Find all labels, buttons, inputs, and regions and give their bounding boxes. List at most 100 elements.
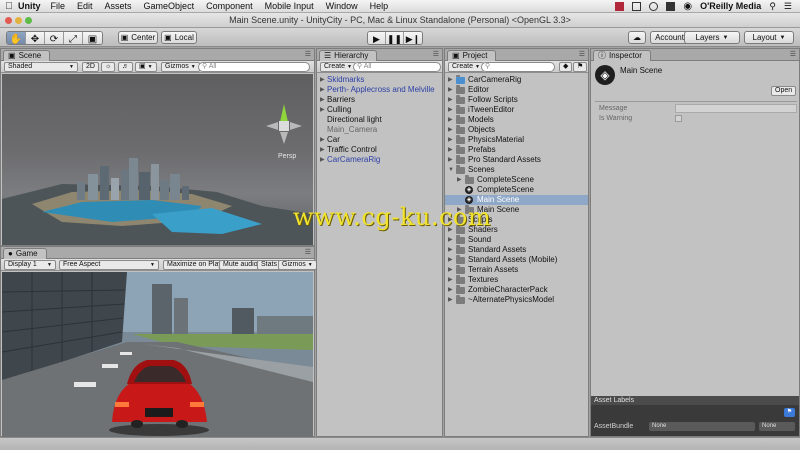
layout-dropdown[interactable]: Layout ▼	[744, 31, 794, 44]
project-search-input[interactable]: ⚲	[481, 62, 555, 72]
list-icon[interactable]: ☰	[784, 1, 792, 12]
layers-dropdown[interactable]: Layers ▼	[684, 31, 740, 44]
hierarchy-item[interactable]: ▶ Skidmarks	[317, 75, 442, 85]
status-icon-2[interactable]	[632, 1, 642, 11]
persp-label[interactable]: Persp	[278, 153, 296, 160]
project-item[interactable]: ▶ Sound	[445, 235, 588, 245]
rect-tool-icon[interactable]: ▣	[83, 32, 102, 44]
hierarchy-item[interactable]: ▶ CarCameraRig	[317, 155, 442, 165]
hierarchy-create-button[interactable]: Create ▼	[320, 62, 356, 72]
tag-icon[interactable]: ⚑	[784, 408, 795, 417]
lighting-toggle[interactable]: ☼	[101, 62, 116, 72]
maximize-on-play-toggle[interactable]: Maximize on Play	[163, 260, 226, 270]
tab-project[interactable]: ▣ Project	[447, 50, 497, 61]
project-item[interactable]: ▶ Pro Standard Assets	[445, 155, 588, 165]
project-item[interactable]: ▶ Standard Assets (Mobile)	[445, 255, 588, 265]
tab-game[interactable]: ● Game	[3, 248, 47, 259]
panel-menu-icon[interactable]: ☰	[579, 50, 585, 58]
expand-arrow-icon[interactable]: ▶	[448, 235, 453, 245]
minimize-icon[interactable]	[15, 17, 22, 24]
expand-arrow-icon[interactable]: ▶	[448, 145, 453, 155]
warning-checkbox[interactable]	[675, 115, 682, 122]
project-item[interactable]: ▶ Editor	[445, 85, 588, 95]
expand-arrow-icon[interactable]: ▶	[448, 115, 453, 125]
status-icon-3[interactable]	[649, 1, 659, 11]
gizmos-dropdown[interactable]: Gizmos ▼	[161, 62, 200, 72]
expand-arrow-icon[interactable]: ▶	[320, 155, 325, 165]
project-item[interactable]: ▶ iTweenEditor	[445, 105, 588, 115]
menu-window[interactable]: Window	[326, 1, 358, 11]
menu-gameobject[interactable]: GameObject	[144, 1, 195, 11]
expand-arrow-icon[interactable]: ▶	[448, 155, 453, 165]
scale-tool-icon[interactable]: ⤢	[64, 32, 83, 44]
panel-menu-icon[interactable]: ☰	[305, 50, 311, 58]
project-item[interactable]: ▶ Models	[445, 115, 588, 125]
wifi-icon[interactable]: ◉	[683, 1, 692, 12]
expand-arrow-icon[interactable]: ▶	[448, 75, 453, 85]
zoom-icon[interactable]	[25, 17, 32, 24]
project-item[interactable]: ▶ Prefabs	[445, 145, 588, 155]
scene-search-input[interactable]: ⚲ All	[198, 62, 310, 72]
expand-arrow-icon[interactable]: ▶	[448, 125, 453, 135]
user-name[interactable]: O'Reilly Media	[700, 1, 761, 11]
status-icon-4[interactable]	[666, 1, 676, 11]
game-viewport[interactable]	[2, 272, 313, 437]
hierarchy-item[interactable]: Directional light	[317, 115, 442, 125]
assetbundle-dropdown[interactable]: None	[649, 422, 755, 431]
message-field[interactable]	[675, 104, 797, 113]
menu-mobile-input[interactable]: Mobile Input	[265, 1, 314, 11]
apple-icon[interactable]: 	[0, 1, 18, 12]
project-item[interactable]: ▶ PhysicsMaterial	[445, 135, 588, 145]
shading-mode-dropdown[interactable]: Shaded ▼	[4, 62, 78, 72]
effects-dropdown[interactable]: ▣ ▼	[135, 62, 157, 72]
hierarchy-item[interactable]: ▶ Perth- Applecross and Melville	[317, 85, 442, 95]
expand-arrow-icon[interactable]: ▶	[448, 265, 453, 275]
rotate-tool-icon[interactable]: ⟳	[45, 32, 64, 44]
close-icon[interactable]	[5, 17, 12, 24]
expand-arrow-icon[interactable]: ▶	[320, 145, 325, 155]
expand-arrow-icon[interactable]: ▶	[457, 175, 462, 185]
project-item[interactable]: ▶ Objects	[445, 125, 588, 135]
tab-scene[interactable]: ▣ Scene	[3, 50, 51, 61]
panel-menu-icon[interactable]: ☰	[305, 248, 311, 256]
display-dropdown[interactable]: Display 1 ▼	[4, 260, 56, 270]
project-item[interactable]: ▶ ZombieCharacterPack	[445, 285, 588, 295]
audio-toggle[interactable]: ♬	[118, 62, 133, 72]
open-button[interactable]: Open	[771, 86, 797, 96]
project-item[interactable]: ▶ CarCameraRig	[445, 75, 588, 85]
expand-arrow-icon[interactable]: ▶	[448, 105, 453, 115]
play-icon[interactable]: ▶	[368, 32, 386, 44]
cloud-button[interactable]: ☁	[628, 31, 646, 44]
mute-audio-toggle[interactable]: Mute audio	[219, 260, 262, 270]
orientation-gizmo[interactable]	[266, 104, 302, 144]
2d-toggle[interactable]: 2D	[82, 62, 99, 72]
project-item[interactable]: ▼ Scenes	[445, 165, 588, 175]
expand-arrow-icon[interactable]: ▶	[320, 85, 325, 95]
tab-inspector[interactable]: ⓘ Inspector	[593, 50, 651, 61]
hierarchy-item[interactable]: Main_Camera	[317, 125, 442, 135]
expand-arrow-icon[interactable]: ▶	[448, 285, 453, 295]
step-icon[interactable]: ▶❙	[404, 32, 422, 44]
expand-arrow-icon[interactable]: ▶	[320, 105, 325, 115]
menu-edit[interactable]: Edit	[77, 1, 93, 11]
hand-tool-icon[interactable]: ✋	[7, 32, 26, 44]
menu-help[interactable]: Help	[370, 1, 389, 11]
variant-dropdown[interactable]: None	[759, 422, 795, 431]
project-item[interactable]: ▶ Follow Scripts	[445, 95, 588, 105]
expand-arrow-icon[interactable]: ▶	[448, 245, 453, 255]
panel-menu-icon[interactable]: ☰	[433, 50, 439, 58]
expand-arrow-icon[interactable]: ▶	[448, 295, 453, 305]
menu-component[interactable]: Component	[206, 1, 253, 11]
expand-arrow-icon[interactable]: ▶	[320, 75, 325, 85]
panel-menu-icon[interactable]: ☰	[790, 50, 796, 58]
project-item[interactable]: ▶ Terrain Assets	[445, 265, 588, 275]
tab-hierarchy[interactable]: ☰ Hierarchy	[319, 50, 378, 61]
hierarchy-item[interactable]: ▶ Culling	[317, 105, 442, 115]
project-item[interactable]: ◈ CompleteScene	[445, 185, 588, 195]
status-icon[interactable]	[615, 1, 625, 11]
hierarchy-item[interactable]: ▶ Traffic Control	[317, 145, 442, 155]
expand-arrow-icon[interactable]: ▶	[448, 135, 453, 145]
expand-arrow-icon[interactable]: ▶	[320, 135, 325, 145]
expand-arrow-icon[interactable]: ▶	[448, 275, 453, 285]
search-icon[interactable]: ⚲	[769, 1, 776, 12]
